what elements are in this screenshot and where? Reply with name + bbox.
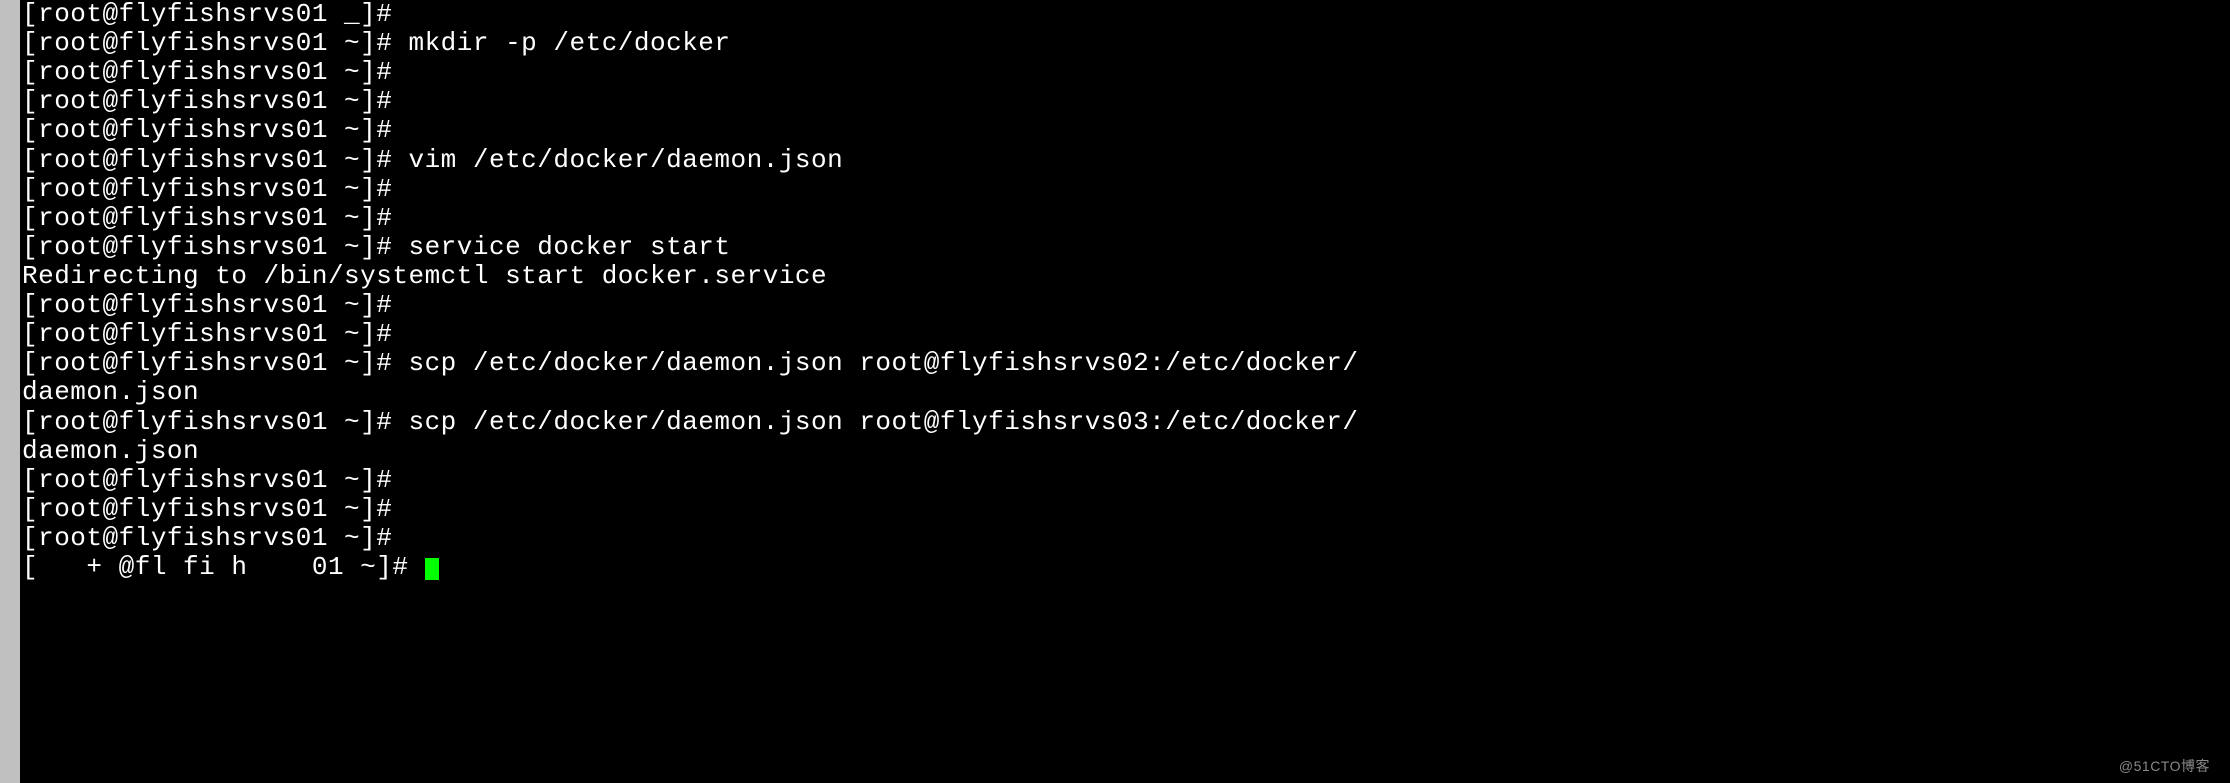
terminal-line: [root@flyfishsrvs01 ~]# scp /etc/docker/…: [22, 408, 2230, 437]
terminal-line: [root@flyfishsrvs01 ~]#: [22, 58, 2230, 87]
terminal-container: [root@flyfishsrvs01 _]# [root@flyfishsrv…: [0, 0, 2230, 783]
terminal-line: [root@flyfishsrvs01 _]#: [22, 0, 2230, 29]
terminal-scrollbar[interactable]: [0, 0, 20, 783]
terminal-line: [root@flyfishsrvs01 ~]# service docker s…: [22, 233, 2230, 262]
terminal-line: [root@flyfishsrvs01 ~]# vim /etc/docker/…: [22, 146, 2230, 175]
terminal-prompt-partial: [ + @fl fi h 01 ~]#: [22, 552, 425, 582]
terminal-output[interactable]: [root@flyfishsrvs01 _]# [root@flyfishsrv…: [20, 0, 2230, 783]
terminal-line: [root@flyfishsrvs01 ~]#: [22, 175, 2230, 204]
terminal-line: [root@flyfishsrvs01 ~]#: [22, 524, 2230, 553]
terminal-line: [root@flyfishsrvs01 ~]# mkdir -p /etc/do…: [22, 29, 2230, 58]
terminal-current-line: [ + @fl fi h 01 ~]#: [22, 553, 2230, 582]
terminal-cursor: [425, 558, 439, 580]
watermark-text: @51CTO博客: [2119, 759, 2210, 775]
terminal-line: [root@flyfishsrvs01 ~]#: [22, 204, 2230, 233]
terminal-line: [root@flyfishsrvs01 ~]#: [22, 87, 2230, 116]
terminal-line: [root@flyfishsrvs01 ~]#: [22, 291, 2230, 320]
terminal-line: [root@flyfishsrvs01 ~]#: [22, 320, 2230, 349]
terminal-line: Redirecting to /bin/systemctl start dock…: [22, 262, 2230, 291]
terminal-line: [root@flyfishsrvs01 ~]#: [22, 466, 2230, 495]
terminal-line: [root@flyfishsrvs01 ~]#: [22, 495, 2230, 524]
terminal-line: [root@flyfishsrvs01 ~]#: [22, 116, 2230, 145]
terminal-line: daemon.json: [22, 437, 2230, 466]
terminal-line: daemon.json: [22, 378, 2230, 407]
terminal-line: [root@flyfishsrvs01 ~]# scp /etc/docker/…: [22, 349, 2230, 378]
